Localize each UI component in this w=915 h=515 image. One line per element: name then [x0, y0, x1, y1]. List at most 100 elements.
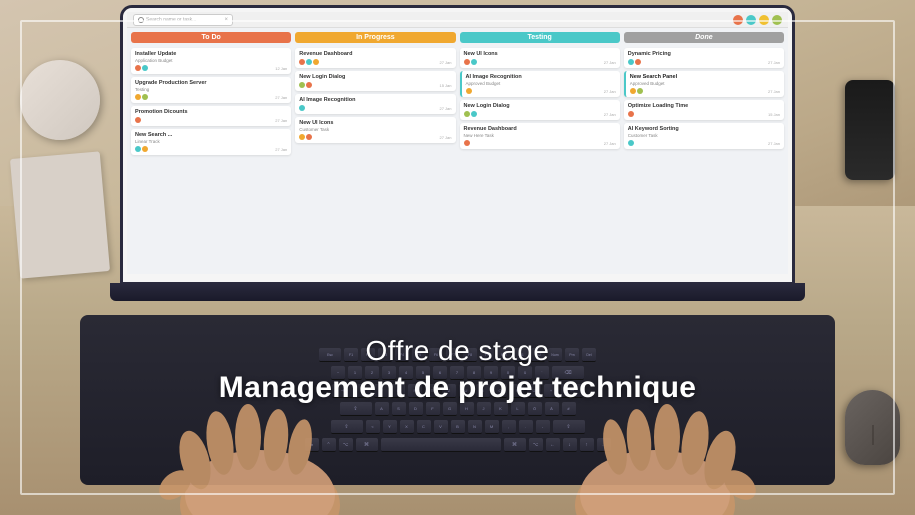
card-footer: 27 Jan [464, 111, 616, 117]
card-title: Dynamic Pricing [628, 51, 780, 57]
card-footer: 27 Jan [466, 88, 616, 94]
avatar [628, 59, 634, 65]
avatar [471, 111, 477, 117]
avatar [299, 105, 305, 111]
card-login-t[interactable]: New Login Dialog 27 Jan [460, 100, 620, 120]
card-title: Upgrade Production Server [135, 80, 287, 86]
card-title: Installer Update [135, 51, 287, 57]
card-avatars [628, 140, 634, 146]
card-date: 27 Jan [275, 147, 287, 152]
avatar [299, 134, 305, 140]
col-header-todo: To Do [131, 32, 291, 43]
card-date: 15 Jan [768, 112, 780, 117]
search-icon [138, 17, 144, 23]
card-revenue-t[interactable]: Revenue Dashboard New Here Task 27 Jan [460, 123, 620, 149]
avatar [313, 59, 319, 65]
card-footer: 15 Jan [299, 82, 451, 88]
laptop-screen: Search name or task... × To Do [120, 5, 795, 285]
column-todo: To Do Installer Update Application Budge… [131, 32, 291, 270]
card-title: New Search ... [135, 132, 287, 138]
avatar [630, 88, 636, 94]
search-bar[interactable]: Search name or task... × [133, 14, 233, 26]
card-date: 15 Jan [439, 83, 451, 88]
card-date: 27 Jan [604, 141, 616, 146]
card-login-dialog[interactable]: New Login Dialog 15 Jan [295, 71, 455, 91]
card-avatars [630, 88, 643, 94]
screen-content: Search name or task... × To Do [123, 8, 792, 282]
card-ai-image[interactable]: AI Image Recognition 27 Jan [295, 94, 455, 114]
card-optimize[interactable]: Optimize Loading Time 15 Jan [624, 100, 784, 120]
hands-overlay [0, 275, 915, 515]
card-ui-icons-ip[interactable]: New UI Icons Customer Task 27 Jan [295, 117, 455, 143]
card-date: 27 Jan [768, 141, 780, 146]
card-upgrade[interactable]: Upgrade Production Server Testing 27 Jan [131, 77, 291, 103]
main-container: Search name or task... × To Do [0, 0, 915, 515]
card-date: 27 Jan [439, 106, 451, 111]
card-avatars [299, 134, 312, 140]
card-subtitle: Testing [135, 87, 287, 92]
avatar [464, 59, 470, 65]
avatar [135, 117, 141, 123]
avatar [464, 140, 470, 146]
card-footer: 27 Jan [464, 59, 616, 65]
avatar [635, 59, 641, 65]
avatar [306, 134, 312, 140]
card-footer: 27 Jan [135, 94, 287, 100]
card-dynamic-pricing[interactable]: Dynamic Pricing 27 Jan [624, 48, 784, 68]
card-ui-icons-t[interactable]: New UI Icons 27 Jan [460, 48, 620, 68]
card-footer: 27 Jan [135, 117, 287, 123]
laptop: Search name or task... × To Do [120, 5, 795, 305]
card-new-search[interactable]: New Search ... Linear Track 27 Jan [131, 129, 291, 155]
card-search-panel[interactable]: New Search Panel Approved Budget 27 Jan [624, 71, 784, 97]
avatar [142, 94, 148, 100]
card-footer: 12 Jan [135, 65, 287, 71]
card-ai-keyword[interactable]: AI Keyword Sorting Customer Task 27 Jan [624, 123, 784, 149]
header-icon-4 [772, 15, 782, 25]
card-title: New Login Dialog [299, 74, 451, 80]
card-subtitle: Approved Budget [466, 81, 616, 86]
phone [845, 80, 895, 180]
card-revenue[interactable]: Revenue Dashboard 27 Jan [295, 48, 455, 68]
search-clear[interactable]: × [224, 17, 228, 23]
card-title: New Search Panel [630, 74, 780, 80]
card-title: New UI Icons [299, 120, 451, 126]
card-date: 27 Jan [768, 60, 780, 65]
avatar [464, 111, 470, 117]
col-header-testing: Testing [460, 32, 620, 43]
card-footer: 27 Jan [628, 140, 780, 146]
card-title: AI Keyword Sorting [628, 126, 780, 132]
card-date: 12 Jan [275, 66, 287, 71]
avatar [299, 59, 305, 65]
header-icon-1 [733, 15, 743, 25]
kanban-board: To Do Installer Update Application Budge… [127, 28, 788, 274]
card-ai-image-t[interactable]: AI Image Recognition Approved Budget 27 … [460, 71, 620, 97]
taskboard-header: Search name or task... × [127, 12, 788, 28]
notebook [10, 151, 110, 278]
card-footer: 15 Jan [628, 111, 780, 117]
avatar [135, 146, 141, 152]
avatar [135, 65, 141, 71]
avatar [299, 82, 305, 88]
card-installer-update[interactable]: Installer Update Application Budget 12 J… [131, 48, 291, 74]
header-icons [733, 15, 782, 25]
card-promotion[interactable]: Promotion Dicounts 27 Jan [131, 106, 291, 126]
card-avatars [135, 117, 141, 123]
smart-speaker [20, 60, 100, 140]
avatar [306, 59, 312, 65]
avatar [471, 59, 477, 65]
card-subtitle: Application Budget [135, 58, 287, 63]
card-subtitle: Approved Budget [630, 81, 780, 86]
avatar [628, 111, 634, 117]
card-footer: 27 Jan [299, 105, 451, 111]
avatar [142, 65, 148, 71]
card-subtitle: Customer Task [628, 133, 780, 138]
column-done: Done Dynamic Pricing 27 Jan [624, 32, 784, 270]
card-avatars [464, 140, 470, 146]
card-avatars [628, 111, 634, 117]
card-avatars [464, 111, 477, 117]
card-avatars [135, 65, 148, 71]
header-icon-3 [759, 15, 769, 25]
card-date: 27 Jan [604, 60, 616, 65]
card-title: New UI Icons [464, 51, 616, 57]
card-title: AI Image Recognition [466, 74, 616, 80]
